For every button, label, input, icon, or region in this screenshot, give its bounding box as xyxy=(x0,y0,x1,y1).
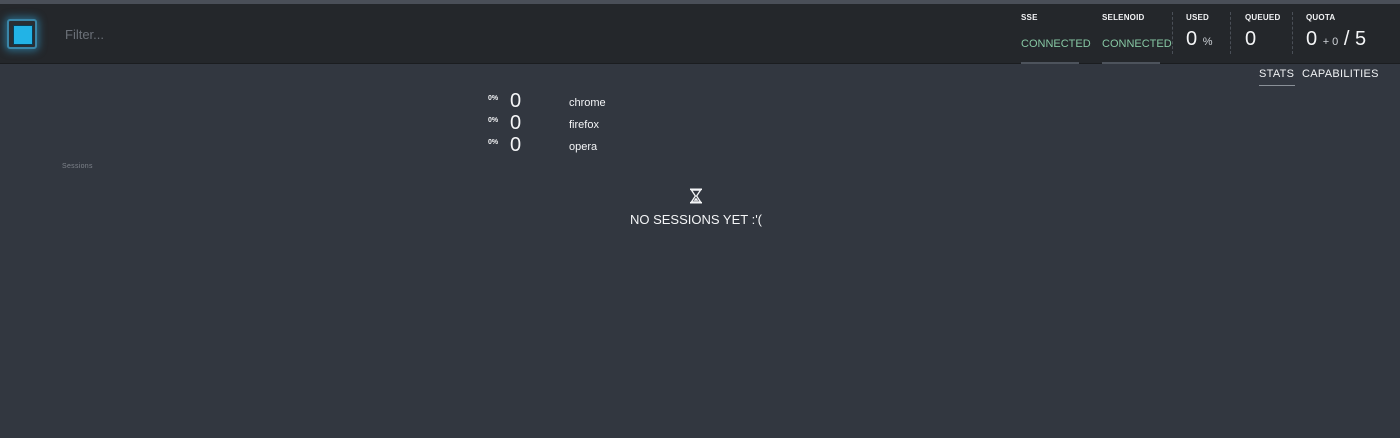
selenoid-indicator xyxy=(1102,62,1160,64)
tab-stats[interactable]: STATS xyxy=(1259,68,1294,80)
logo-core xyxy=(13,25,33,45)
queued-value: 0 xyxy=(1245,28,1257,50)
empty-sessions-message: NO SESSIONS YET :'( xyxy=(629,212,763,227)
selenoid-status: SELENOID CONNECTED xyxy=(1102,4,1172,64)
sse-status: SSE CONNECTED xyxy=(1021,4,1091,64)
tab-capabilities[interactable]: CAPABILITIES xyxy=(1302,68,1379,80)
used-number: 0 xyxy=(1186,28,1198,50)
browser-name: opera xyxy=(569,141,598,153)
used-label: USED xyxy=(1186,13,1210,22)
quota-value: 0 + 0 / 5 xyxy=(1306,28,1366,51)
divider xyxy=(1292,12,1293,54)
browser-session-count: 0 xyxy=(510,112,522,134)
selenoid-label: SELENOID xyxy=(1102,13,1145,22)
selenoid-ui-logo-icon[interactable] xyxy=(7,19,37,49)
browser-stat-row: 0% 0 firefox xyxy=(488,112,648,135)
browser-session-count: 0 xyxy=(510,134,522,156)
used-counter: USED 0 % xyxy=(1186,4,1226,63)
selenoid-state: CONNECTED xyxy=(1102,38,1172,50)
quota-total: 5 xyxy=(1354,28,1367,50)
quota-separator: / xyxy=(1343,28,1350,50)
used-value: 0 % xyxy=(1186,28,1212,51)
divider xyxy=(1230,12,1231,54)
browser-usage-percent: 0% xyxy=(488,117,499,124)
sessions-section-label: Sessions xyxy=(62,163,93,170)
quota-label: QUOTA xyxy=(1306,13,1336,22)
browser-name: firefox xyxy=(569,119,599,131)
hourglass-icon xyxy=(690,188,702,204)
used-unit: % xyxy=(1202,36,1213,48)
sse-indicator xyxy=(1021,62,1079,64)
filter-input[interactable] xyxy=(55,20,475,48)
browser-stat-row: 0% 0 chrome xyxy=(488,90,648,113)
sse-state: CONNECTED xyxy=(1021,38,1091,50)
queued-counter: QUEUED 0 xyxy=(1245,4,1290,63)
browser-name: chrome xyxy=(569,97,606,109)
browser-usage-percent: 0% xyxy=(488,139,499,146)
queued-label: QUEUED xyxy=(1245,13,1281,22)
quota-used: 0 xyxy=(1306,28,1318,50)
browser-usage-percent: 0% xyxy=(488,95,499,102)
browser-stat-row: 0% 0 opera xyxy=(488,134,648,157)
divider xyxy=(1172,12,1173,54)
quota-counter: QUOTA 0 + 0 / 5 xyxy=(1306,4,1386,63)
browser-session-count: 0 xyxy=(510,90,522,112)
quota-pending: + 0 xyxy=(1322,36,1339,48)
tab-stats-active-indicator xyxy=(1259,85,1295,86)
sse-label: SSE xyxy=(1021,13,1038,22)
